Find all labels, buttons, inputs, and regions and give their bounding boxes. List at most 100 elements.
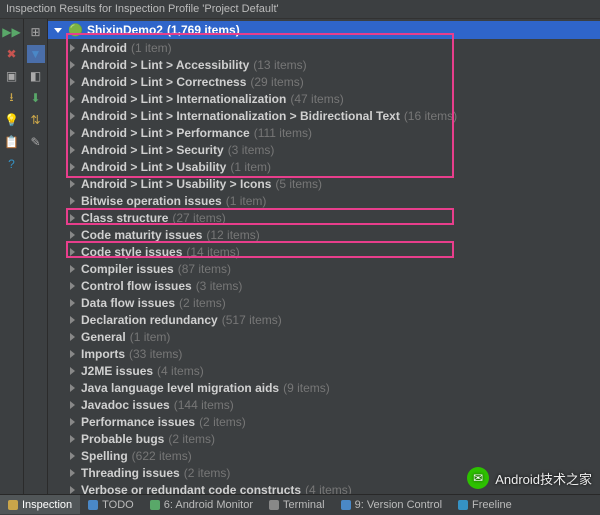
root-label: ShixinDemo2 [87,23,163,37]
tree-item[interactable]: Compiler issues(87 items) [48,260,600,277]
tree-item[interactable]: Android (1 item) [48,39,600,56]
diff-icon[interactable]: ⇅ [27,111,45,129]
inspection-icon [8,500,18,510]
expand-arrow-icon [70,486,75,494]
tree-item[interactable]: Data flow issues(2 items) [48,294,600,311]
tree-item-label: Verbose or redundant code constructs [81,483,301,495]
tab-inspection[interactable]: Inspection [0,495,80,514]
tree-item-label: Control flow issues [81,279,192,293]
help-icon[interactable]: ? [3,155,21,173]
tree-item-count: (1 item) [226,194,267,208]
tree-item[interactable]: Android > Lint > Usability (1 item) [48,158,600,175]
expand-arrow-icon [70,435,75,443]
expand-arrow-icon [70,248,75,256]
todo-icon [88,500,98,510]
tree-item[interactable]: Imports(33 items) [48,345,600,362]
tree-item[interactable]: Android > Lint > Accessibility(13 items) [48,56,600,73]
tree-item[interactable]: General (1 item) [48,328,600,345]
export-icon[interactable]: ⭳ [3,89,21,107]
left-toolbar-view: ⊞ ▼ ◧ ⬇ ⇅ ✎ [24,19,48,494]
tree-item-label: Android [81,41,127,55]
tree-item-count: (29 items) [250,75,303,89]
filter-icon[interactable]: ▼ [27,45,45,63]
tree-item[interactable]: Javadoc issues (144 items) [48,396,600,413]
tree-item[interactable]: Bitwise operation issues(1 item) [48,192,600,209]
tree-item-count: (2 items) [184,466,231,480]
tree-item-count: (16 items) [404,109,457,123]
tab-android-monitor[interactable]: 6: Android Monitor [142,495,261,514]
expand-arrow-icon [70,418,75,426]
watermark: ✉ Android技术之家 [467,467,592,489]
tree-item[interactable]: J2ME issues(4 items) [48,362,600,379]
tree-item[interactable]: Code style issues(14 items) [48,243,600,260]
root-count: (1,769 items) [167,23,240,37]
tree-item[interactable]: Probable bugs(2 items) [48,430,600,447]
inspection-tree[interactable]: 🟢 ShixinDemo2 (1,769 items) Android (1 it… [48,19,600,494]
tree-item-label: Class structure [81,211,168,225]
tree-item[interactable]: Code maturity issues(12 items) [48,226,600,243]
expand-arrow-icon [70,214,75,222]
tree-item[interactable]: Spelling(622 items) [48,447,600,464]
tree-item-count: (1 item) [130,330,171,344]
settings-icon[interactable]: 📋 [3,133,21,151]
tab-todo[interactable]: TODO [80,495,142,514]
tab-terminal[interactable]: Terminal [261,495,333,514]
tree-item[interactable]: Java language level migration aids (9 ite… [48,379,600,396]
tree-item-label: Android > Lint > Usability [81,160,226,174]
tree-item-count: (3 items) [196,279,243,293]
tree-item-count: (144 items) [174,398,234,412]
tree-item-label: General [81,330,126,344]
group-icon[interactable]: ◧ [27,67,45,85]
pin-icon[interactable]: ▣ [3,67,21,85]
expand-arrow-icon [70,282,75,290]
bottom-tool-tabs: Inspection TODO 6: Android Monitor Termi… [0,494,600,514]
tree-item-label: Android > Lint > Security [81,143,224,157]
close-icon[interactable]: ✖ [3,45,21,63]
tree-item[interactable]: Android > Lint > Performance(111 items) [48,124,600,141]
tree-item-label: Android > Lint > Performance [81,126,250,140]
bulb-icon[interactable]: 💡 [3,111,21,129]
tree-item-count: (33 items) [129,347,182,361]
tree-item-count: (3 items) [228,143,275,157]
tree-root[interactable]: 🟢 ShixinDemo2 (1,769 items) [48,21,600,39]
tree-item[interactable]: Android > Lint > Usability > Icons(5 ite… [48,175,600,192]
expand-icon[interactable]: ⊞ [27,23,45,41]
expand-arrow-icon [70,333,75,341]
wechat-icon: ✉ [467,467,489,489]
tree-item-label: Data flow issues [81,296,175,310]
tree-item[interactable]: Android > Lint > Internationalization(47… [48,90,600,107]
tree-item-label: Javadoc issues [81,398,170,412]
window-title: Inspection Results for Inspection Profil… [0,0,600,19]
freeline-icon [458,500,468,510]
expand-arrow-icon [70,401,75,409]
left-toolbar-run: ▶▶ ✖ ▣ ⭳ 💡 📋 ? [0,19,24,494]
tree-item-count: (2 items) [199,415,246,429]
tree-item[interactable]: Android > Lint > Internationalization > … [48,107,600,124]
tree-item-count: (1 item) [230,160,271,174]
expand-arrow-icon [70,95,75,103]
tab-freeline[interactable]: Freeline [450,495,520,514]
tree-item[interactable]: Android > Lint > Correctness(29 items) [48,73,600,90]
tree-item-count: (9 items) [283,381,330,395]
tree-item[interactable]: Declaration redundancy(517 items) [48,311,600,328]
terminal-icon [269,500,279,510]
edit-icon[interactable]: ✎ [27,133,45,151]
rerun-icon[interactable]: ▶▶ [3,23,21,41]
tree-item-count: (4 items) [157,364,204,378]
tab-version-control[interactable]: 9: Version Control [333,495,450,514]
tree-item-label: Threading issues [81,466,180,480]
tree-item[interactable]: Control flow issues (3 items) [48,277,600,294]
tree-item-count: (5 items) [275,177,322,191]
expand-arrow-icon [70,129,75,137]
tree-item[interactable]: Android > Lint > Security (3 items) [48,141,600,158]
tree-item[interactable]: Performance issues(2 items) [48,413,600,430]
export-down-icon[interactable]: ⬇ [27,89,45,107]
tree-item-count: (1 item) [131,41,172,55]
tree-item-label: Declaration redundancy [81,313,218,327]
tree-item-count: (622 items) [132,449,192,463]
tree-item-label: Java language level migration aids [81,381,279,395]
expand-arrow-icon [70,384,75,392]
tree-item-label: Android > Lint > Internationalization > … [81,109,400,123]
tree-item-count: (13 items) [253,58,306,72]
tree-item[interactable]: Class structure(27 items) [48,209,600,226]
